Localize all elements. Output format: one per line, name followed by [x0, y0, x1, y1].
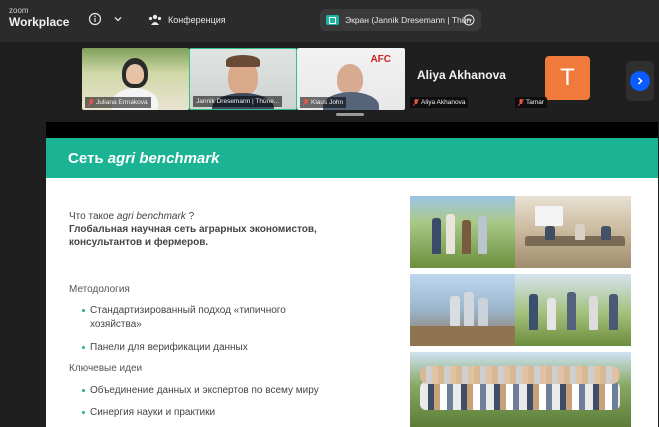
afc-logo: AFC [370, 54, 391, 65]
intro-answer-line-1: Глобальная научная сеть аграрных экономи… [69, 224, 317, 235]
participant-tile-3[interactable]: AFC Klaus John [297, 48, 405, 110]
bullet-item: Объединение данных и экспертов по всему … [82, 384, 360, 398]
zoom-workplace-logo: zoom Workplace [9, 6, 70, 29]
participant-label: Jannik Dresemann | Thüne... [193, 96, 283, 107]
intro-answer-line-2: консультантов и фермеров. [69, 237, 209, 248]
participants-strip: Juliana Ermakova Jannik Dresemann | Thün… [0, 42, 659, 116]
info-icon[interactable] [88, 12, 102, 26]
brand-big: Workplace [9, 15, 70, 29]
participant-tile-1[interactable]: Juliana Ermakova [82, 48, 189, 110]
slide-title-banner: Сеть agri benchmark [46, 138, 658, 178]
brand-small: zoom [9, 6, 29, 15]
screen-share-icon [326, 15, 339, 25]
participant-label: Aliya Akhanova [410, 97, 469, 108]
mic-muted-icon [303, 99, 309, 106]
participant-label: Klaus John [300, 97, 347, 108]
bullet-item: Панели для верификации данных [82, 341, 360, 355]
participant-video-face [126, 64, 144, 84]
participant-video-hair [226, 55, 260, 67]
section-key-ideas: Ключевые идеи [69, 363, 143, 374]
more-icon[interactable] [463, 14, 475, 26]
next-page-button[interactable] [626, 61, 654, 101]
bullet-item: Стандартизированный подход «типичного хоз… [82, 304, 360, 332]
meeting-icon [148, 14, 162, 25]
participant-label: Juliana Ermakova [85, 97, 151, 108]
meeting-name[interactable]: Конференция [148, 12, 226, 28]
zoom-meeting-window: { "app": {"brand_small": "zoom", "brand_… [0, 0, 659, 427]
mic-muted-icon [518, 99, 524, 106]
intro-question: Что такое agri benchmark ? [69, 211, 195, 222]
chevron-right-icon [630, 71, 650, 91]
photo-group-field [410, 352, 631, 427]
slide-intro: Что такое agri benchmark ? Глобальная на… [69, 210, 359, 249]
participant-tile-2[interactable]: Jannik Dresemann | Thüne... [189, 48, 297, 110]
photo-field-group [410, 196, 515, 268]
photo-field-visit [515, 274, 631, 346]
slide-title: Сеть agri benchmark [68, 150, 220, 167]
meeting-name-label: Конференция [168, 15, 226, 25]
participant-display-name: Aliya Akhanova [417, 68, 506, 82]
mic-muted-icon [413, 99, 419, 106]
participant-video-face [337, 64, 363, 94]
screen-share-label: Экран (Jannik Dresemann | Thün [345, 15, 472, 25]
participant-label: Tamar [515, 97, 548, 108]
photo-meeting-room [515, 196, 631, 268]
mic-muted-icon [88, 99, 94, 106]
strip-resize-handle[interactable] [336, 113, 364, 116]
presentation-slide: Сеть agri benchmark Что такое agri bench… [46, 138, 658, 427]
screen-share-tab[interactable]: Экран (Jannik Dresemann | Thün [320, 9, 481, 31]
chevron-down-icon[interactable] [113, 14, 123, 24]
bullet-item: Синергия науки и практики [82, 406, 360, 420]
participant-avatar[interactable]: T [545, 56, 590, 100]
section-methodology: Методология [69, 284, 130, 295]
shared-screen: Сеть agri benchmark Что такое agri bench… [46, 122, 658, 427]
meeting-toolbar: zoom Workplace Конференция Экран (Jannik… [0, 0, 659, 42]
photo-grain-silos [410, 274, 515, 346]
